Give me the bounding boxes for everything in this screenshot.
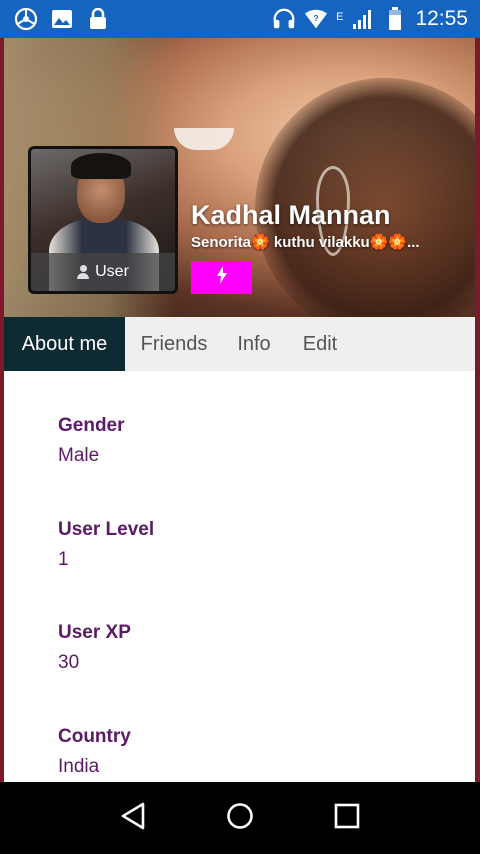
back-icon xyxy=(120,802,146,835)
profile-tabs: About me Friends Info Edit xyxy=(4,317,475,371)
back-button[interactable] xyxy=(113,798,153,838)
profile-status: Senorita🏵️ kuthu vilakku🏵️🏵️... xyxy=(191,234,420,251)
flash-badge[interactable] xyxy=(191,261,252,294)
android-system-icon xyxy=(14,7,38,31)
navigation-bar xyxy=(0,782,480,854)
field-gender: Gender Male xyxy=(58,415,125,467)
signal-icon xyxy=(351,7,375,31)
headset-icon xyxy=(272,7,296,31)
profile-name: Kadhal Mannan xyxy=(191,200,391,230)
tab-info[interactable]: Info xyxy=(223,317,285,371)
tab-friends[interactable]: Friends xyxy=(125,317,223,371)
battery-icon xyxy=(383,7,407,31)
cover-smile-shape xyxy=(174,128,234,150)
field-user-xp: User XP 30 xyxy=(58,622,131,674)
about-content: Gender Male User Level 1 User XP 30 Coun… xyxy=(4,371,475,782)
profile-avatar[interactable]: User xyxy=(28,146,178,294)
flash-icon xyxy=(216,266,228,289)
home-icon xyxy=(226,802,254,835)
field-label: User Level xyxy=(58,519,155,540)
field-value: 30 xyxy=(58,652,80,673)
wifi-icon: ? xyxy=(304,7,328,31)
tab-about-me[interactable]: About me xyxy=(4,317,125,371)
cover-photo: User Kadhal Mannan Senorita🏵️ kuthu vila… xyxy=(4,38,475,317)
cover-hair-shape xyxy=(255,78,475,317)
field-value: India xyxy=(58,756,100,777)
status-bar-right-icons: ? E 12:55 xyxy=(272,7,480,31)
field-label: Gender xyxy=(58,415,125,436)
avatar-role-text: User xyxy=(95,263,129,280)
image-icon xyxy=(50,7,74,31)
clock-time: 12:55 xyxy=(415,7,468,30)
avatar-hair-shape xyxy=(71,153,131,179)
field-label: Country xyxy=(58,726,131,747)
field-user-level: User Level 1 xyxy=(58,519,154,571)
home-button[interactable] xyxy=(220,798,260,838)
network-type-label: E xyxy=(336,11,344,23)
user-icon xyxy=(77,265,90,279)
field-country: Country India xyxy=(58,726,131,778)
status-bar: ? E 12:55 xyxy=(0,0,480,38)
field-value: Male xyxy=(58,445,100,466)
field-label: User XP xyxy=(58,622,131,643)
profile-page: User Kadhal Mannan Senorita🏵️ kuthu vila… xyxy=(4,38,475,782)
svg-text:?: ? xyxy=(314,13,319,23)
avatar-role-label: User xyxy=(31,253,175,291)
recents-icon xyxy=(334,803,360,834)
recents-button[interactable] xyxy=(327,798,367,838)
app-frame: User Kadhal Mannan Senorita🏵️ kuthu vila… xyxy=(0,38,480,782)
status-bar-left-icons xyxy=(0,7,110,31)
field-value: 1 xyxy=(58,549,69,570)
tab-edit[interactable]: Edit xyxy=(285,317,355,371)
lock-icon xyxy=(86,7,110,31)
